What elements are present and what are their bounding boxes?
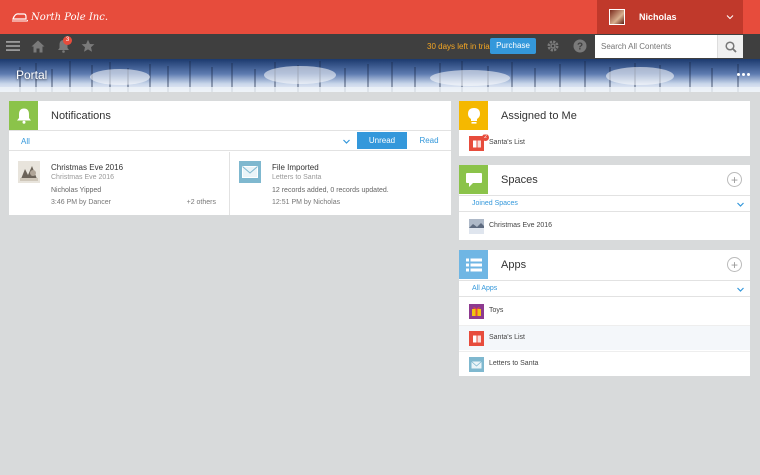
envelope-icon xyxy=(239,161,261,183)
company-name: North Pole Inc. xyxy=(31,11,108,23)
apps-list-icon xyxy=(459,250,488,279)
notification-filter-bar: All Unread Read xyxy=(9,130,451,151)
notification-source: Christmas Eve 2016 xyxy=(51,174,115,181)
subheader-label: All Apps xyxy=(472,285,498,292)
toys-icon xyxy=(469,304,484,319)
list-icon xyxy=(469,331,484,346)
notification-time: 12:51 PM by Nicholas xyxy=(272,199,341,206)
page-title: Portal xyxy=(16,68,48,82)
list-item-label: Santa's List xyxy=(489,334,525,341)
search-box xyxy=(595,35,743,58)
svg-text:?: ? xyxy=(577,42,583,53)
notification-count-badge: 3 xyxy=(63,36,72,45)
chevron-down-icon xyxy=(726,15,734,20)
list-item-label: Toys xyxy=(489,307,504,314)
notification-source: Letters to Santa xyxy=(272,174,322,181)
user-menu[interactable]: Nicholas xyxy=(597,0,743,34)
notifications-card: Notifications All Unread Read Christmas … xyxy=(9,101,451,215)
tab-unread[interactable]: Unread xyxy=(357,132,407,149)
notification-time: 3:46 PM by Dancer xyxy=(51,199,111,206)
assigned-to-me-card: Assigned to Me 2 Santa's List xyxy=(459,101,750,156)
search-button[interactable] xyxy=(717,35,743,58)
spaces-header: Spaces + xyxy=(459,165,750,194)
user-name: Nicholas xyxy=(639,12,677,22)
tab-read[interactable]: Read xyxy=(407,132,451,149)
notification-description: Nicholas Yipped xyxy=(51,187,102,194)
apps-header: Apps + xyxy=(459,250,750,279)
settings-gear-icon[interactable] xyxy=(545,38,561,54)
spaces-subheader[interactable]: Joined Spaces xyxy=(459,195,750,212)
chevron-down-icon xyxy=(737,287,744,292)
top-bar: North Pole Inc. Nicholas xyxy=(0,0,760,34)
home-icon[interactable] xyxy=(30,38,46,54)
space-thumbnail xyxy=(18,161,40,183)
list-item[interactable]: Santa's List xyxy=(459,325,750,350)
chevron-down-icon xyxy=(737,202,744,207)
assigned-header: Assigned to Me xyxy=(459,101,750,130)
add-space-button[interactable]: + xyxy=(727,172,742,187)
notification-item[interactable]: Christmas Eve 2016 Christmas Eve 2016 Ni… xyxy=(9,152,229,215)
card-title: Assigned to Me xyxy=(501,110,577,122)
list-item[interactable]: 2 Santa's List xyxy=(459,131,750,156)
card-title: Spaces xyxy=(501,174,538,186)
spaces-card: Spaces + Joined Spaces Christmas Eve 201… xyxy=(459,165,750,240)
item-count-badge: 2 xyxy=(482,134,489,141)
card-title: Apps xyxy=(501,259,527,271)
chat-bubble-icon xyxy=(459,165,488,194)
bell-icon xyxy=(9,101,38,130)
envelope-icon xyxy=(469,357,484,372)
apps-card: Apps + All Apps Toys Santa's List Letter… xyxy=(459,250,750,376)
add-app-button[interactable]: + xyxy=(727,257,742,272)
chevron-down-icon[interactable] xyxy=(342,137,351,146)
notifications-header: Notifications xyxy=(9,101,451,130)
subheader-label: Joined Spaces xyxy=(472,200,518,207)
list-item[interactable]: Letters to Santa xyxy=(459,351,750,376)
sleigh-icon xyxy=(12,13,28,22)
portal-banner xyxy=(0,59,760,92)
search-input[interactable] xyxy=(595,35,717,58)
list-item[interactable]: Toys xyxy=(459,299,750,324)
filter-select[interactable]: All xyxy=(21,137,30,146)
list-item[interactable]: Christmas Eve 2016 xyxy=(459,214,750,239)
apps-subheader[interactable]: All Apps xyxy=(459,280,750,297)
favorites-star-icon[interactable] xyxy=(80,38,96,54)
notification-others[interactable]: +2 others xyxy=(187,199,216,206)
card-title: Notifications xyxy=(51,110,111,122)
purchase-button[interactable]: Purchase xyxy=(490,38,536,54)
notification-description: 12 records added, 0 records updated. xyxy=(272,187,389,194)
notification-title: File Imported xyxy=(272,163,319,172)
winter-forest-banner-image xyxy=(0,61,760,92)
notification-title: Christmas Eve 2016 xyxy=(51,163,124,172)
help-icon[interactable]: ? xyxy=(572,38,588,54)
list-item-label: Santa's List xyxy=(489,139,525,146)
more-options-icon[interactable] xyxy=(733,66,753,82)
notification-item[interactable]: File Imported Letters to Santa 12 record… xyxy=(230,152,451,215)
menu-icon[interactable] xyxy=(5,38,21,54)
avatar xyxy=(609,9,625,25)
space-thumbnail xyxy=(469,219,484,234)
lightbulb-icon xyxy=(459,101,488,130)
list-item-label: Letters to Santa xyxy=(489,360,539,367)
trial-remaining-text: 30 days left in trial xyxy=(427,42,492,51)
list-item-label: Christmas Eve 2016 xyxy=(489,222,553,229)
search-icon xyxy=(724,40,737,53)
company-logo[interactable]: North Pole Inc. xyxy=(12,9,108,25)
